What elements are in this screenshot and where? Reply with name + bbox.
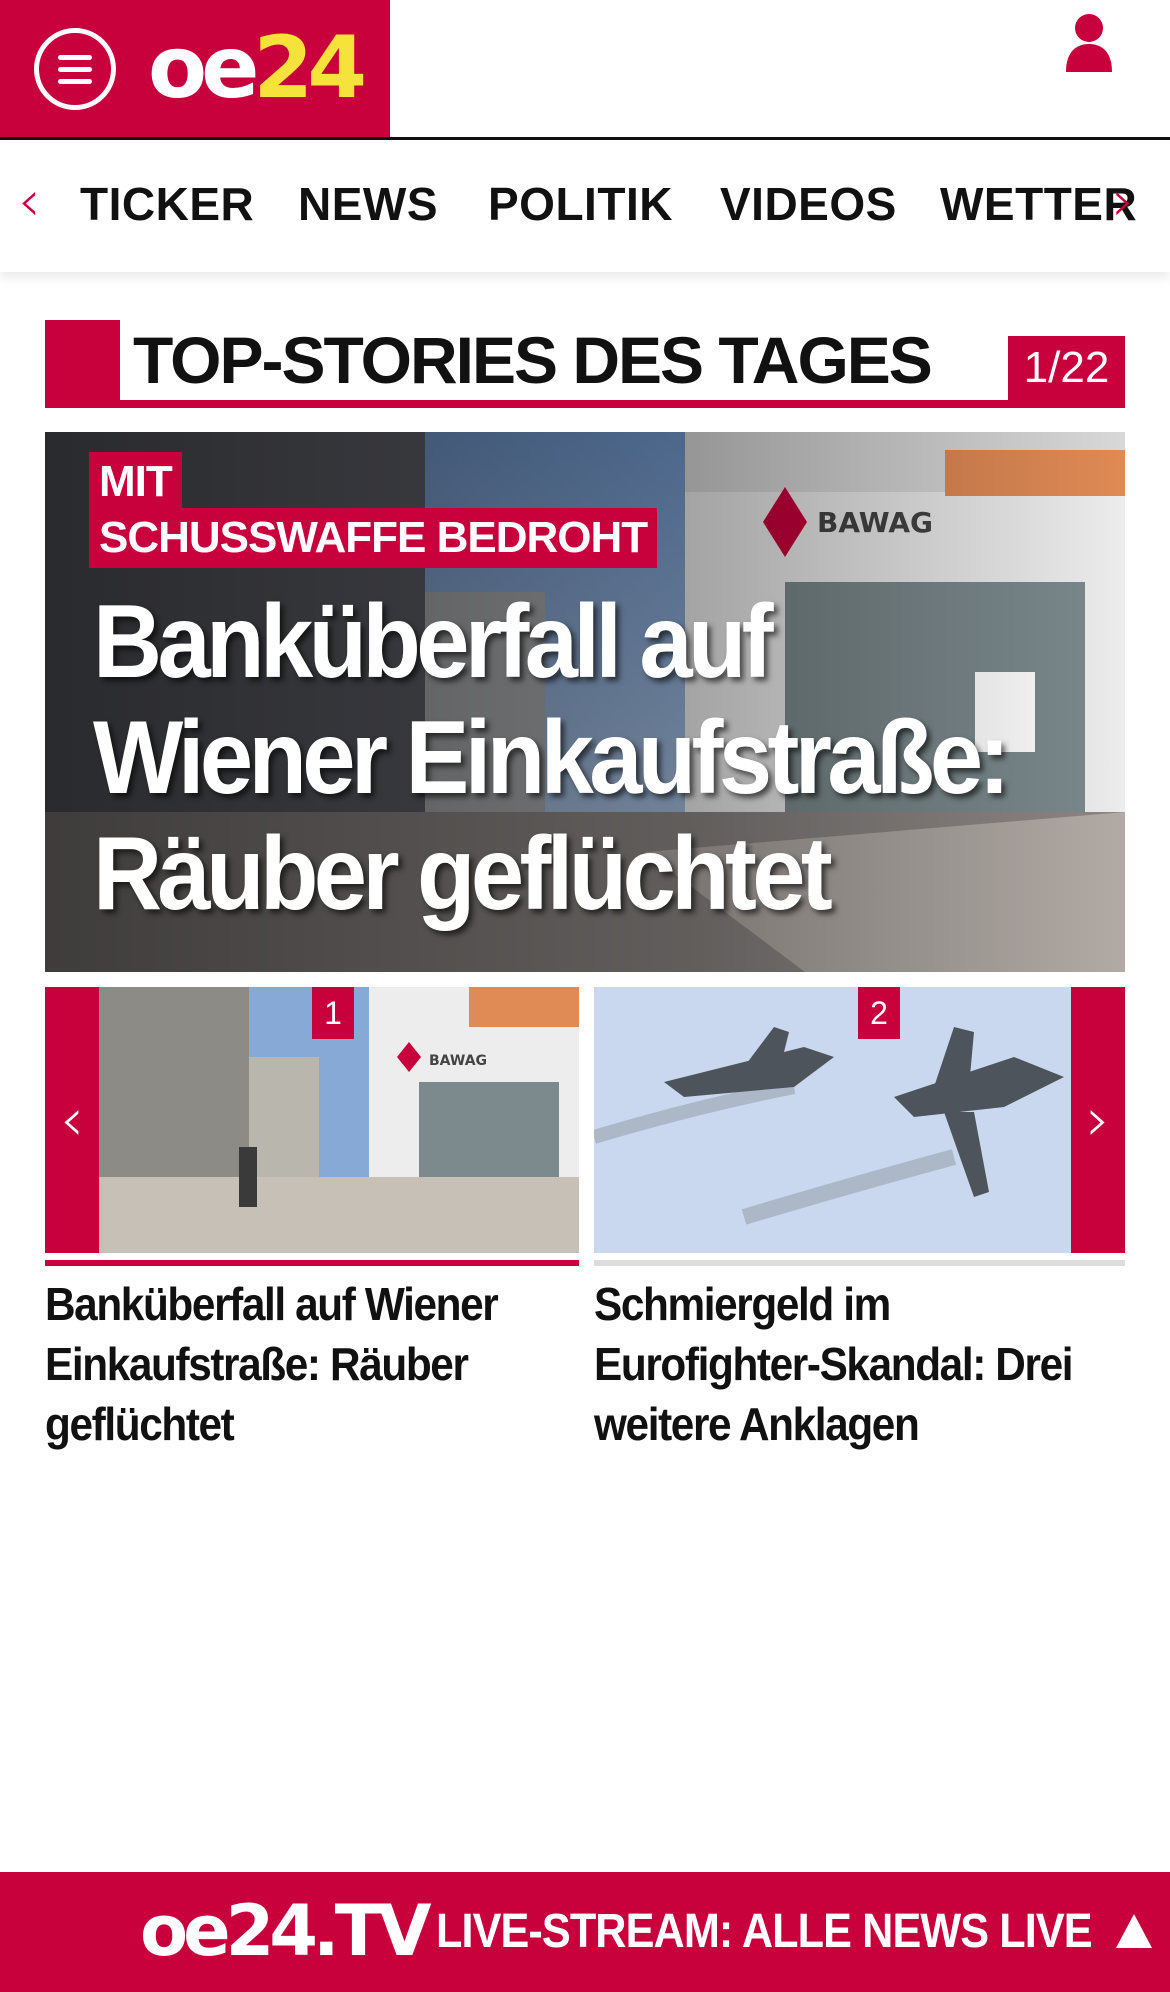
site-header: oe24 <box>0 0 1170 140</box>
nav-item-politik[interactable]: POLITIK <box>488 178 673 230</box>
hero-kicker-line1: MIT <box>89 452 182 512</box>
section-underline <box>45 400 1125 408</box>
live-stream-bar[interactable]: oe24.TV LIVE-STREAM: ALLE NEWS LIVE <box>0 1872 1170 1992</box>
carousel-prev-chevron-icon[interactable]: ‹ <box>45 987 99 1253</box>
section-heading: TOP-STORIES DES TAGES 1/22 <box>45 320 1125 408</box>
nav-item-news[interactable]: NEWS <box>298 178 438 230</box>
active-card-indicator <box>45 1260 579 1266</box>
svg-text:BAWAG: BAWAG <box>429 1053 487 1069</box>
story-counter: 1/22 <box>1008 336 1125 400</box>
category-nav: ‹ TICKER NEWS POLITIK VIDEOS WETTER › <box>0 140 1170 272</box>
arrow-up-icon[interactable] <box>1116 1914 1152 1948</box>
hero-kicker-line2: SCHUSSWAFFE BEDROHT <box>89 508 658 568</box>
hero-story[interactable]: BAWAG MIT SCHUSSWAFFE BEDROHT Banküberfa… <box>45 432 1125 972</box>
hamburger-menu-icon[interactable] <box>34 28 116 110</box>
nav-item-ticker[interactable]: TICKER <box>80 178 254 230</box>
thumb-number-1: 1 <box>312 987 354 1039</box>
carousel-thumb-1[interactable]: BAWAG 1 <box>99 987 579 1253</box>
site-logo[interactable]: oe24 <box>148 20 367 116</box>
nav-item-wetter[interactable]: WETTER <box>940 178 1137 230</box>
carousel-next-chevron-icon[interactable]: › <box>1071 987 1125 1253</box>
thumb-image-eurofighter <box>594 987 1071 1253</box>
nav-item-videos[interactable]: VIDEOS <box>720 178 897 230</box>
section-accent-block <box>45 320 120 408</box>
user-icon[interactable] <box>1064 12 1114 72</box>
nav-next-chevron-icon[interactable]: › <box>1112 172 1134 232</box>
section-title: TOP-STORIES DES TAGES <box>133 323 933 397</box>
card-title-1[interactable]: Banküberfall auf Wiener Einkaufstraße: R… <box>45 1274 533 1454</box>
hero-headline[interactable]: Banküberfall auf Wiener Einkaufstraße: R… <box>93 584 1013 932</box>
nav-prev-chevron-icon[interactable]: ‹ <box>18 172 40 232</box>
thumb-number-2: 2 <box>858 987 900 1039</box>
brand-area: oe24 <box>0 0 390 137</box>
carousel-thumb-2[interactable]: 2 <box>594 987 1071 1253</box>
card-title-2[interactable]: Schmiergeld im Eurofighter-Skandal: Drei… <box>594 1274 1082 1454</box>
card-indicator <box>594 1260 1125 1266</box>
tv-logo: oe24.TV <box>140 1890 431 1972</box>
live-stream-text: LIVE-STREAM: ALLE NEWS LIVE <box>436 1905 1093 1958</box>
